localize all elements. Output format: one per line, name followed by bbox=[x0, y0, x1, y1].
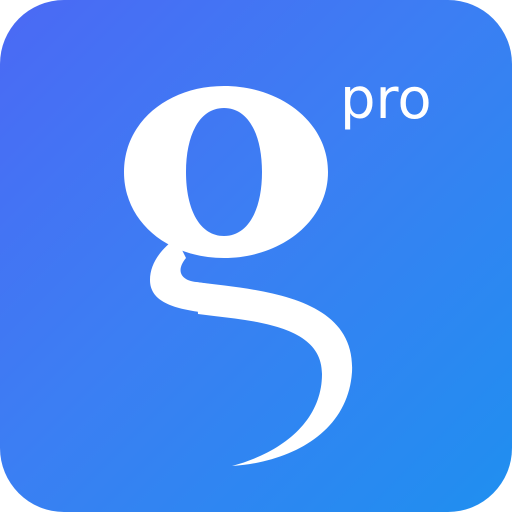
letter-g-icon bbox=[124, 86, 353, 466]
app-icon[interactable]: pro bbox=[0, 0, 512, 512]
pro-label: pro bbox=[340, 67, 432, 132]
